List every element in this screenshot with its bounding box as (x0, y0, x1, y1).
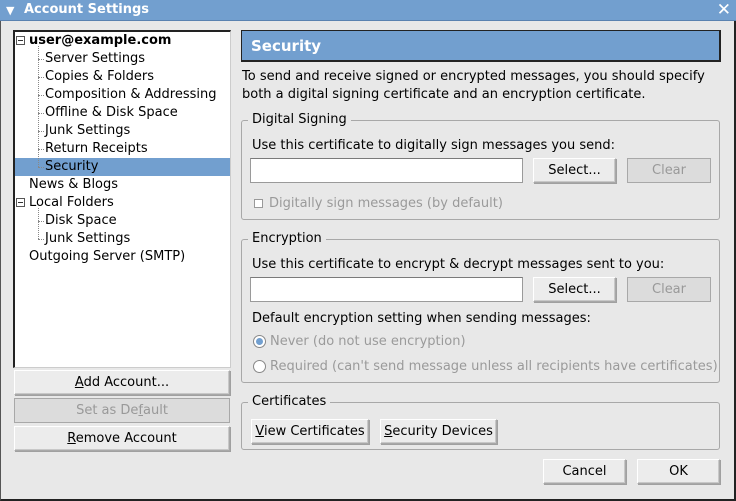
signing-cert-label: Use this certificate to digitally sign m… (252, 138, 616, 153)
encryption-select-button[interactable]: Select... (533, 277, 616, 302)
tree-item-label: Security (45, 159, 99, 174)
tree-item-label: Disk Space (45, 213, 117, 228)
ok-button[interactable]: OK (637, 459, 720, 484)
encryption-cert-label: Use this certificate to encrypt & decryp… (252, 257, 665, 272)
tree-item[interactable]: Offline & Disk Space (15, 104, 230, 122)
tree-item-label: Server Settings (45, 51, 146, 66)
tree-connector-line (38, 208, 39, 239)
set-default-label-pre: Set as De (76, 403, 139, 418)
signing-clear-button[interactable]: Clear (627, 158, 711, 183)
tree-item-label: Junk Settings (45, 231, 131, 246)
tree-item-label: Outgoing Server (SMTP) (29, 249, 186, 264)
tree-item[interactable]: Junk Settings (15, 122, 230, 140)
window-title: Account Settings (24, 2, 150, 17)
add-account-label: dd Account... (83, 375, 170, 390)
tree-item[interactable]: Disk Space (15, 212, 230, 230)
tree-item[interactable]: Junk Settings (15, 230, 230, 248)
close-icon[interactable]: ✕ (717, 0, 731, 21)
tree-item-label: Copies & Folders (45, 69, 155, 84)
security-devices-button[interactable]: Security Devices (380, 419, 497, 444)
signing-cert-input[interactable] (250, 158, 523, 183)
digital-signing-group: Digital Signing Use this certificate to … (241, 111, 720, 220)
tree-item[interactable]: Copies & Folders (15, 68, 230, 86)
never-encrypt-radio[interactable] (253, 335, 266, 348)
tree-item[interactable]: Local Folders (15, 194, 230, 212)
encryption-legend: Encryption (248, 230, 326, 248)
tree-item-label: Return Receipts (45, 141, 148, 156)
encryption-group: Encryption Use this certificate to encry… (241, 230, 720, 383)
set-as-default-button[interactable]: Set as Default (14, 398, 230, 423)
never-encrypt-label: Never (do not use encryption) (270, 334, 466, 349)
remove-account-label: emove Account (75, 431, 177, 446)
security-devices-label: ecurity Devices (392, 424, 493, 439)
tree-item[interactable]: Outgoing Server (SMTP) (15, 248, 230, 266)
digital-signing-legend: Digital Signing (248, 111, 351, 129)
tree-item[interactable]: user@example.com (15, 32, 230, 50)
tree-connector-line (38, 46, 39, 167)
signing-select-button[interactable]: Select... (533, 158, 616, 183)
tree-item-label: Local Folders (29, 195, 114, 210)
tree-connector (38, 167, 44, 168)
window-menu-icon[interactable]: ▼ (6, 4, 14, 17)
tree-item-label: Offline & Disk Space (45, 105, 178, 120)
sign-by-default-checkbox[interactable] (254, 199, 263, 208)
view-certificates-mnemonic: V (255, 424, 264, 439)
view-certificates-label: iew Certificates (263, 424, 365, 439)
title-bar: ▼ Account Settings ✕ (0, 0, 736, 21)
cancel-button[interactable]: Cancel (543, 459, 626, 484)
encryption-cert-input[interactable] (250, 277, 523, 302)
tree-connector (38, 239, 44, 240)
add-account-mnemonic: A (74, 375, 84, 390)
certificates-legend: Certificates (248, 393, 331, 411)
tree-item-label: Composition & Addressing (45, 87, 217, 102)
encryption-clear-button[interactable]: Clear (627, 277, 711, 302)
panel-title: Security (241, 30, 721, 62)
tree-item-label: News & Blogs (29, 177, 119, 192)
remove-account-mnemonic: R (67, 431, 76, 446)
tree-item-label: Junk Settings (45, 123, 131, 138)
set-default-label-post: ault (143, 403, 168, 418)
tree-item[interactable]: News & Blogs (15, 176, 230, 194)
required-encrypt-label: Required (can't send message unless all … (270, 359, 718, 374)
certificates-group: Certificates View Certificates Security … (241, 393, 720, 450)
required-encrypt-radio[interactable] (253, 360, 266, 373)
collapse-icon[interactable] (16, 36, 25, 45)
intro-text: To send and receive signed or encrypted … (242, 69, 705, 102)
remove-account-button[interactable]: Remove Account (14, 426, 230, 451)
tree-item[interactable]: Security (15, 158, 230, 176)
default-encryption-label: Default encryption setting when sending … (252, 311, 591, 326)
sign-by-default-label: Digitally sign messages (by default) (269, 196, 503, 211)
collapse-icon[interactable] (16, 198, 25, 207)
account-tree[interactable]: user@example.com Server Settings Copies & … (13, 30, 231, 368)
add-account-button[interactable]: Add Account... (14, 370, 230, 395)
tree-item[interactable]: Return Receipts (15, 140, 230, 158)
tree-item[interactable]: Composition & Addressing (15, 86, 230, 104)
tree-item[interactable]: Server Settings (15, 50, 230, 68)
view-certificates-button[interactable]: View Certificates (251, 419, 369, 444)
tree-item-label: user@example.com (29, 33, 172, 48)
